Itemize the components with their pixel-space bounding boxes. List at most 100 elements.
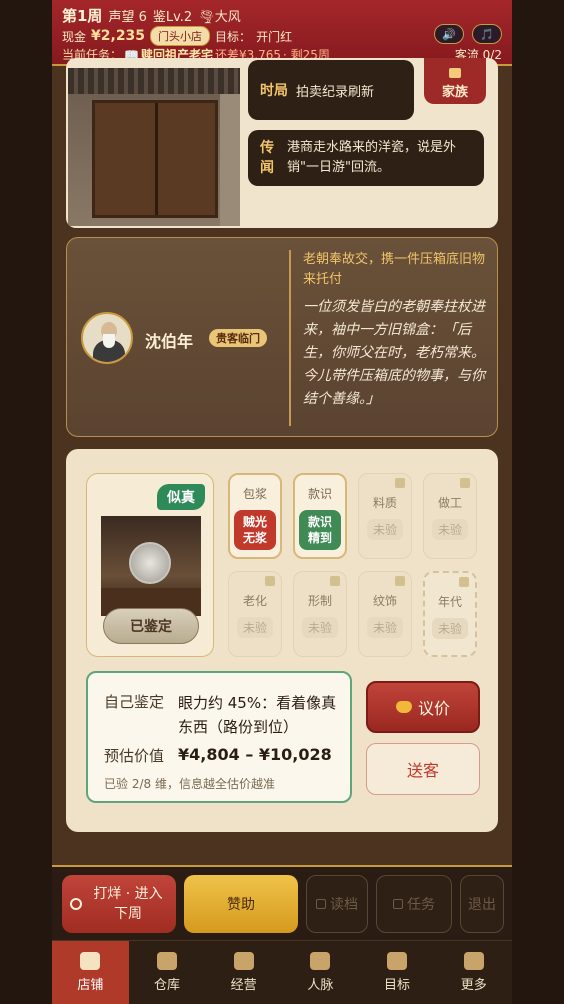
dimension-label: 纹饰 [372, 594, 397, 608]
more-icon [463, 952, 484, 970]
dimension-label: 做工 [437, 496, 462, 510]
dimension-value: 未验 [366, 519, 403, 540]
sun-icon [70, 898, 82, 910]
item-card[interactable]: 似真 已鉴定 [86, 473, 214, 657]
roof-tiles [68, 68, 240, 94]
task-icon [393, 899, 403, 909]
avatar[interactable] [81, 312, 133, 364]
family-label: 家族 [441, 85, 468, 100]
send-off-button[interactable]: 送客 [366, 743, 480, 795]
dimension-pattern[interactable]: 纹饰 未验 [358, 571, 412, 657]
news-tag: 时局 [260, 83, 288, 99]
nav-goals[interactable]: 目标 [359, 941, 436, 1004]
family-icon [449, 68, 461, 78]
weather-label: 🌪大风 [198, 10, 241, 25]
appraisal-level: 鉴Lv.2 [152, 10, 193, 25]
news-item-rumor: 传闻 港商走水路来的洋瓷，说是外销"一日游"回流。 [248, 130, 484, 186]
next-week-label: 打烊 · 进入下周 [93, 886, 163, 922]
dimension-label: 款识 [307, 487, 332, 501]
next-week-button[interactable]: 打烊 · 进入下周 [62, 875, 176, 933]
dimension-label: 年代 [437, 595, 462, 609]
flag-icon [387, 952, 408, 970]
nav-label: 更多 [460, 978, 487, 993]
lock-icon [395, 576, 405, 586]
bargain-label: 议价 [417, 699, 450, 718]
shop-icon [80, 952, 101, 970]
dimension-era[interactable]: 年代 未验 [423, 571, 477, 657]
nav-network[interactable]: 人脉 [282, 941, 359, 1004]
cash-value: ¥2,235 [91, 28, 146, 44]
game-screen: 第1周 声望 6 鉴Lv.2 🌪大风 现金 ¥2,235 门头小店 目标： 开门… [52, 0, 512, 1004]
verified-button[interactable]: 已鉴定 [103, 608, 199, 644]
dimension-value: 未验 [301, 617, 338, 638]
dimension-label: 包浆 [242, 487, 267, 501]
news-tag: 传闻 [260, 140, 274, 176]
dimension-value: 未验 [431, 618, 468, 639]
assessment-hint: 已验 2/8 维，信息越全估价越准 [104, 777, 275, 791]
action-bar: 打烊 · 进入下周 赞助 读档 任务 退出 [52, 865, 512, 940]
dimension-value: 贼光无浆 [234, 510, 276, 550]
sound-icon[interactable]: 🔊 [434, 24, 464, 44]
handshake-icon [395, 701, 412, 713]
self-assess-value: 眼力约 45%：看着像真东西（路份到位） [178, 694, 337, 736]
sponsor-button[interactable]: 赞助 [184, 875, 298, 933]
brick-wall [220, 94, 240, 226]
status-bar: 第1周 声望 6 鉴Lv.2 🌪大风 现金 ¥2,235 门头小店 目标： 开门… [52, 0, 512, 66]
divider [289, 250, 291, 426]
right-frame [512, 0, 564, 1004]
visitor-panel: 沈伯年 贵客临门 老朝奉故交，携一件压箱底旧物来托付 一位须发皆白的老朝奉拄杖进… [66, 237, 498, 437]
bargain-button[interactable]: 议价 [366, 681, 480, 733]
dimension-craft[interactable]: 做工 未验 [423, 473, 477, 559]
dimension-label: 老化 [242, 594, 267, 608]
bottom-nav: 店铺 仓库 经营 人脉 目标 更多 [52, 940, 512, 1004]
dimension-label: 料质 [372, 496, 397, 510]
silver-coin [129, 542, 171, 584]
dimension-value: 未验 [236, 617, 273, 638]
people-icon [310, 952, 331, 970]
assessment-box: 自己鉴定 眼力约 45%：看着像真东西（路份到位） 预估价值 ¥4,804 – … [86, 671, 352, 803]
dimension-mark[interactable]: 款识 款识精到 [293, 473, 347, 559]
load-label: 读档 [330, 897, 358, 913]
family-button[interactable]: 家族 [424, 58, 486, 104]
visitor-badge: 贵客临门 [209, 329, 267, 347]
ledger-icon [233, 952, 254, 970]
nav-shop[interactable]: 店铺 [52, 941, 129, 1004]
nav-label: 仓库 [154, 978, 181, 993]
dimension-material[interactable]: 料质 未验 [358, 473, 412, 559]
nav-business[interactable]: 经营 [205, 941, 282, 1004]
reputation-label: 声望 6 [108, 10, 147, 25]
status-row-1: 第1周 声望 6 鉴Lv.2 🌪大风 [62, 5, 241, 26]
nav-label: 经营 [230, 978, 257, 993]
dimension-patina[interactable]: 包浆 贼光无浆 [228, 473, 282, 559]
verdict-tag: 似真 [157, 484, 205, 510]
old-house-image [68, 68, 240, 226]
news-text: 港商走水路来的洋瓷，说是外销"一日游"回流。 [287, 140, 457, 175]
nav-warehouse[interactable]: 仓库 [129, 941, 206, 1004]
estimate-value: ¥4,804 – ¥10,028 [178, 745, 332, 764]
status-row-2: 现金 ¥2,235 门头小店 目标： 开门红 [62, 26, 292, 46]
nav-label: 店铺 [77, 978, 104, 993]
quit-button[interactable]: 退出 [460, 875, 504, 933]
cash-label: 现金 [62, 29, 87, 44]
news-item-politics: 时局 拍卖纪录刷新 [248, 60, 414, 120]
scene-card: 时局 拍卖纪录刷新 传闻 港商走水路来的洋瓷，说是外销"一日游"回流。 家族 [66, 58, 498, 228]
shop-type-badge[interactable]: 门头小店 [150, 26, 211, 46]
lock-icon [459, 577, 469, 587]
dimension-form[interactable]: 形制 未验 [293, 571, 347, 657]
dimension-aging[interactable]: 老化 未验 [228, 571, 282, 657]
tasks-label: 任务 [407, 897, 435, 913]
item-panel: 似真 已鉴定 包浆 贼光无浆 款识 款识精到 料质 未验 做工 未验 老化 未验 [66, 449, 498, 832]
lock-icon [330, 576, 340, 586]
coin-image [101, 516, 201, 616]
folder-icon [316, 899, 326, 909]
avatar-beard [103, 334, 115, 348]
tasks-button[interactable]: 任务 [376, 875, 452, 933]
nav-more[interactable]: 更多 [435, 941, 512, 1004]
load-button[interactable]: 读档 [306, 875, 368, 933]
music-icon[interactable]: 🎵 [472, 24, 502, 44]
lock-icon [460, 478, 470, 488]
nav-label: 目标 [384, 978, 411, 993]
lock-icon [265, 576, 275, 586]
dimension-value: 未验 [366, 617, 403, 638]
estimate-label: 预估价值 [104, 747, 165, 765]
